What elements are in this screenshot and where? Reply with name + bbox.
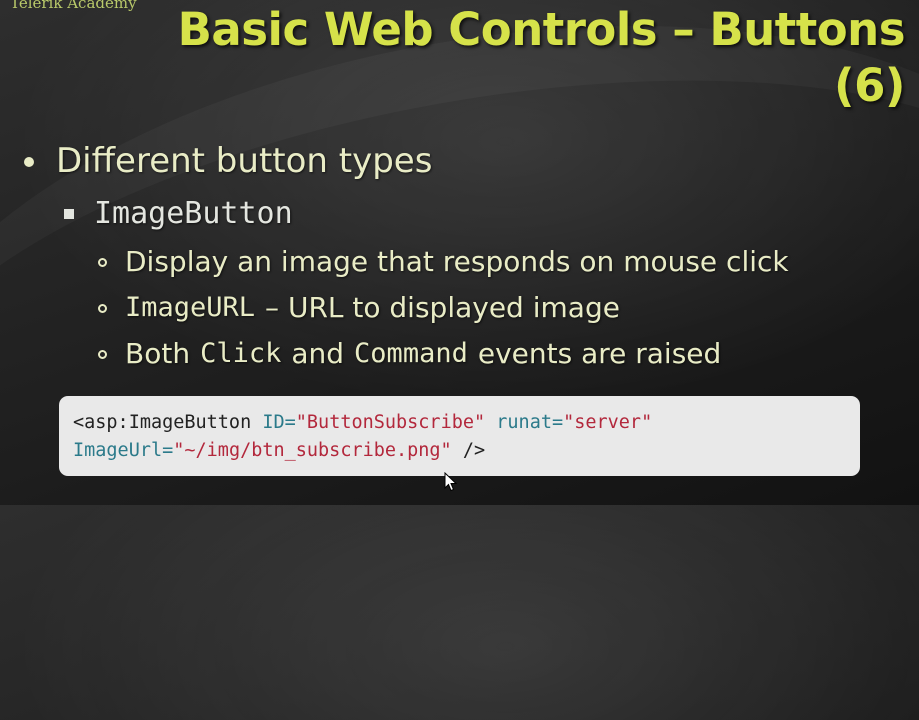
code-block: <asp:ImageButton ID="ButtonSubscribe" ru… xyxy=(59,396,860,476)
code-value-runat: "server" xyxy=(563,412,653,433)
bullet-level1: Different button types xyxy=(24,140,432,182)
bullet-circle-icon xyxy=(98,303,107,313)
bullet-level3-item-3: Both Click and Command events are raised xyxy=(98,335,721,373)
bullet-level3-text-mid: and xyxy=(291,337,345,370)
bullet-dot-icon xyxy=(24,157,34,167)
bullet-level3-text-post: events are raised xyxy=(477,337,722,370)
bullet-inline-code-command: Command xyxy=(354,338,468,369)
bullet-inline-code: ImageURL xyxy=(125,292,256,323)
mouse-pointer-icon xyxy=(444,472,458,492)
code-value-imageurl: "~/img/btn_subscribe.png" xyxy=(173,440,452,461)
bullet-level2-text: ImageButton xyxy=(94,196,293,231)
slide-title: Basic Web Controls – Buttons (6) xyxy=(177,2,906,114)
bullet-level3-text-pre: Both xyxy=(125,337,191,370)
bullet-square-icon xyxy=(64,209,74,219)
code-attr-id: ID= xyxy=(262,412,296,433)
bullet-level2: ImageButton xyxy=(64,194,293,234)
bullet-level1-text: Different button types xyxy=(56,141,433,181)
slide-title-line1: Basic Web Controls – Buttons xyxy=(177,3,906,56)
bullet-level3-text: – URL to displayed image xyxy=(265,291,620,324)
bullet-circle-icon xyxy=(98,349,107,359)
bullet-circle-icon xyxy=(98,257,107,267)
brand-logo-text: Telerik Academy xyxy=(10,0,137,12)
slide-title-line2: (6) xyxy=(834,59,905,112)
bullet-level3-text: Display an image that responds on mouse … xyxy=(125,245,789,278)
bullet-inline-code-click: Click xyxy=(200,338,282,369)
bullet-level3-item-2: ImageURL – URL to displayed image xyxy=(98,289,620,327)
code-tag-close: /> xyxy=(462,440,486,461)
code-attr-imageurl: ImageUrl= xyxy=(73,440,174,461)
code-tag: <asp:ImageButton xyxy=(73,412,252,433)
bullet-level3-item-1: Display an image that responds on mouse … xyxy=(98,243,789,281)
code-value-id: "ButtonSubscribe" xyxy=(295,412,486,433)
code-attr-runat: runat= xyxy=(496,412,564,433)
